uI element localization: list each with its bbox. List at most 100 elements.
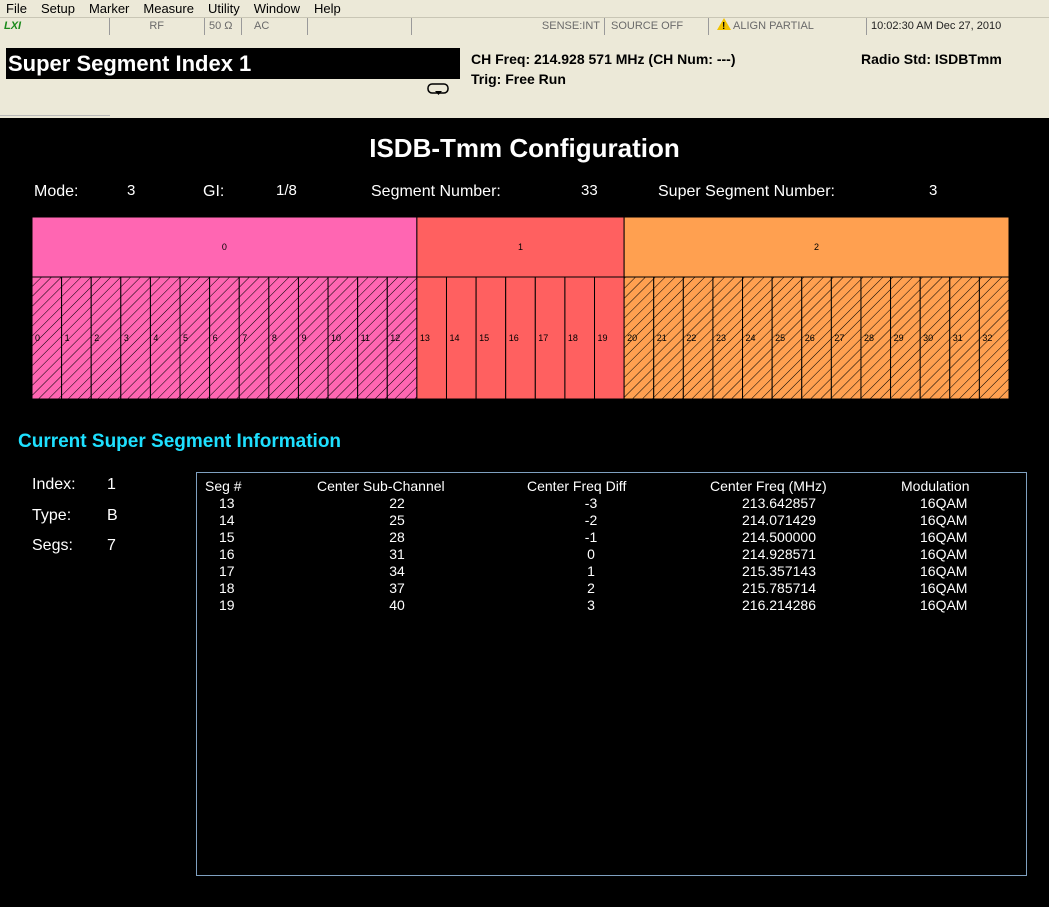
table-cell: 13: [219, 495, 235, 511]
gi-value: 1/8: [276, 182, 297, 199]
table-cell: 16QAM: [920, 512, 968, 528]
menu-marker[interactable]: Marker: [83, 0, 137, 17]
segment-number-label: 19: [598, 333, 608, 343]
segment-number-label: 1: [65, 333, 70, 343]
menu-utility[interactable]: Utility: [202, 0, 248, 17]
table-cell: 14: [219, 512, 235, 528]
menu-measure[interactable]: Measure: [137, 0, 202, 17]
status-blank-1: [308, 18, 412, 35]
menu-file[interactable]: File: [0, 0, 35, 17]
sense-indicator: SENSE:INT: [412, 18, 605, 35]
super-segment-label: 1: [518, 242, 523, 252]
super-segment-label: 0: [222, 242, 227, 252]
header-lower-panel: [0, 82, 110, 116]
segment-number-label: 7: [242, 333, 247, 343]
type-label: Type:: [32, 507, 72, 524]
segment-number-label: 15: [479, 333, 489, 343]
segment-map: 00 1 2 3 4 5 6 7 8 9 10 11 12113 14 15 16 17 18 19220 21 22 2…: [32, 217, 1009, 399]
gi-label: GI:: [203, 183, 225, 200]
segment-number-label: 8: [272, 333, 277, 343]
segs-label: Segs:: [32, 537, 73, 554]
segment-number-label: 31: [953, 333, 963, 343]
col-header-sub-channel: Center Sub-Channel: [317, 478, 445, 494]
segment-number-label: 4: [153, 333, 158, 343]
impedance-indicator: 50 Ω: [205, 18, 242, 35]
segment-number-value: 33: [581, 182, 598, 199]
info-section-title: Current Super Segment Information: [18, 431, 342, 452]
page-title[interactable]: Super Segment Index 1: [6, 48, 460, 79]
source-indicator: SOURCE OFF: [605, 18, 709, 35]
warning-icon: [717, 18, 731, 35]
table-cell: 16QAM: [920, 580, 968, 596]
lxi-icon: LXI: [4, 20, 22, 32]
segment-number-label: 13: [420, 333, 430, 343]
segment-number-label: 25: [775, 333, 785, 343]
index-label: Index:: [32, 476, 76, 493]
segment-table: Seg # Center Sub-Channel Center Freq Dif…: [196, 472, 1027, 876]
segment-number-label: 12: [390, 333, 400, 343]
mode-label: Mode:: [34, 183, 79, 200]
super-segment-number-label: Super Segment Number:: [658, 183, 835, 200]
segment-number-label: 24: [746, 333, 756, 343]
col-header-freq-diff: Center Freq Diff: [527, 478, 627, 494]
index-value: 1: [107, 476, 116, 493]
radio-std-readout: Radio Std: ISDBTmm: [861, 51, 1002, 67]
segment-number-label: 18: [568, 333, 578, 343]
super-segment-number-value: 3: [929, 182, 938, 199]
col-header-center-freq: Center Freq (MHz): [710, 478, 827, 494]
align-text: ALIGN PARTIAL: [733, 20, 814, 32]
segment-number-label: 6: [213, 333, 218, 343]
menu-bar: File Setup Marker Measure Utility Window…: [0, 0, 1049, 18]
segment-number-label: 17: [538, 333, 548, 343]
ch-freq-readout: CH Freq: 214.928 571 MHz (CH Num: ---): [471, 51, 736, 67]
coupling-indicator: AC: [242, 18, 308, 35]
type-value: B: [107, 507, 118, 524]
table-cell: 16QAM: [920, 563, 968, 579]
measurement-header: Super Segment Index 1 CH Freq: 214.928 5…: [0, 35, 1049, 118]
segment-number-label: 11: [361, 333, 370, 343]
table-cell: 15: [219, 529, 235, 545]
status-bar: LXI RF 50 Ω AC SENSE:INT SOURCE OFF ALIG…: [0, 18, 1049, 35]
table-cell: 16QAM: [920, 546, 968, 562]
segment-number-label: 5: [183, 333, 188, 343]
segment-number-label: 29: [894, 333, 904, 343]
menu-window[interactable]: Window: [248, 0, 308, 17]
lxi-indicator: LXI: [0, 18, 110, 35]
align-indicator: ALIGN PARTIAL: [709, 18, 867, 35]
segment-number-label: 3: [124, 333, 129, 343]
config-title: ISDB-Tmm Configuration: [369, 133, 680, 163]
table-cell: 16: [219, 546, 235, 562]
trigger-readout: Trig: Free Run: [471, 71, 566, 87]
segment-number-label: 23: [716, 333, 726, 343]
menu-help[interactable]: Help: [308, 0, 349, 17]
rf-input-indicator: RF: [110, 18, 205, 35]
table-cell: 16QAM: [920, 529, 968, 545]
table-cell: 19: [219, 597, 235, 613]
table-cell: 16QAM: [920, 597, 968, 613]
datetime-indicator: 10:02:30 AM Dec 27, 2010: [871, 20, 1002, 32]
segment-number-label: 22: [686, 333, 696, 343]
col-header-seg: Seg #: [205, 478, 242, 494]
segment-number-label: 21: [657, 333, 667, 343]
segs-value: 7: [107, 537, 116, 554]
mode-value: 3: [127, 182, 136, 199]
segment-number-label: 2: [94, 333, 99, 343]
table-cell: 16QAM: [920, 495, 968, 511]
table-cell: 18: [219, 580, 235, 596]
segment-number-label: 14: [449, 333, 459, 343]
segment-number-label: 20: [627, 333, 637, 343]
segment-number-label: 27: [834, 333, 844, 343]
segment-number-label: 26: [805, 333, 815, 343]
segment-number-label: Segment Number:: [371, 183, 501, 200]
segment-number-label: 0: [35, 333, 40, 343]
segment-number-label: 10: [331, 333, 341, 343]
segment-number-label: 32: [982, 333, 992, 343]
table-cell: 17: [219, 563, 235, 579]
super-segment-label: 2: [814, 242, 819, 252]
col-header-modulation: Modulation: [901, 478, 970, 494]
free-run-trigger-icon: [427, 83, 449, 95]
segment-number-label: 9: [301, 333, 306, 343]
segment-number-label: 16: [509, 333, 519, 343]
menu-setup[interactable]: Setup: [35, 0, 83, 17]
segment-number-label: 30: [923, 333, 933, 343]
